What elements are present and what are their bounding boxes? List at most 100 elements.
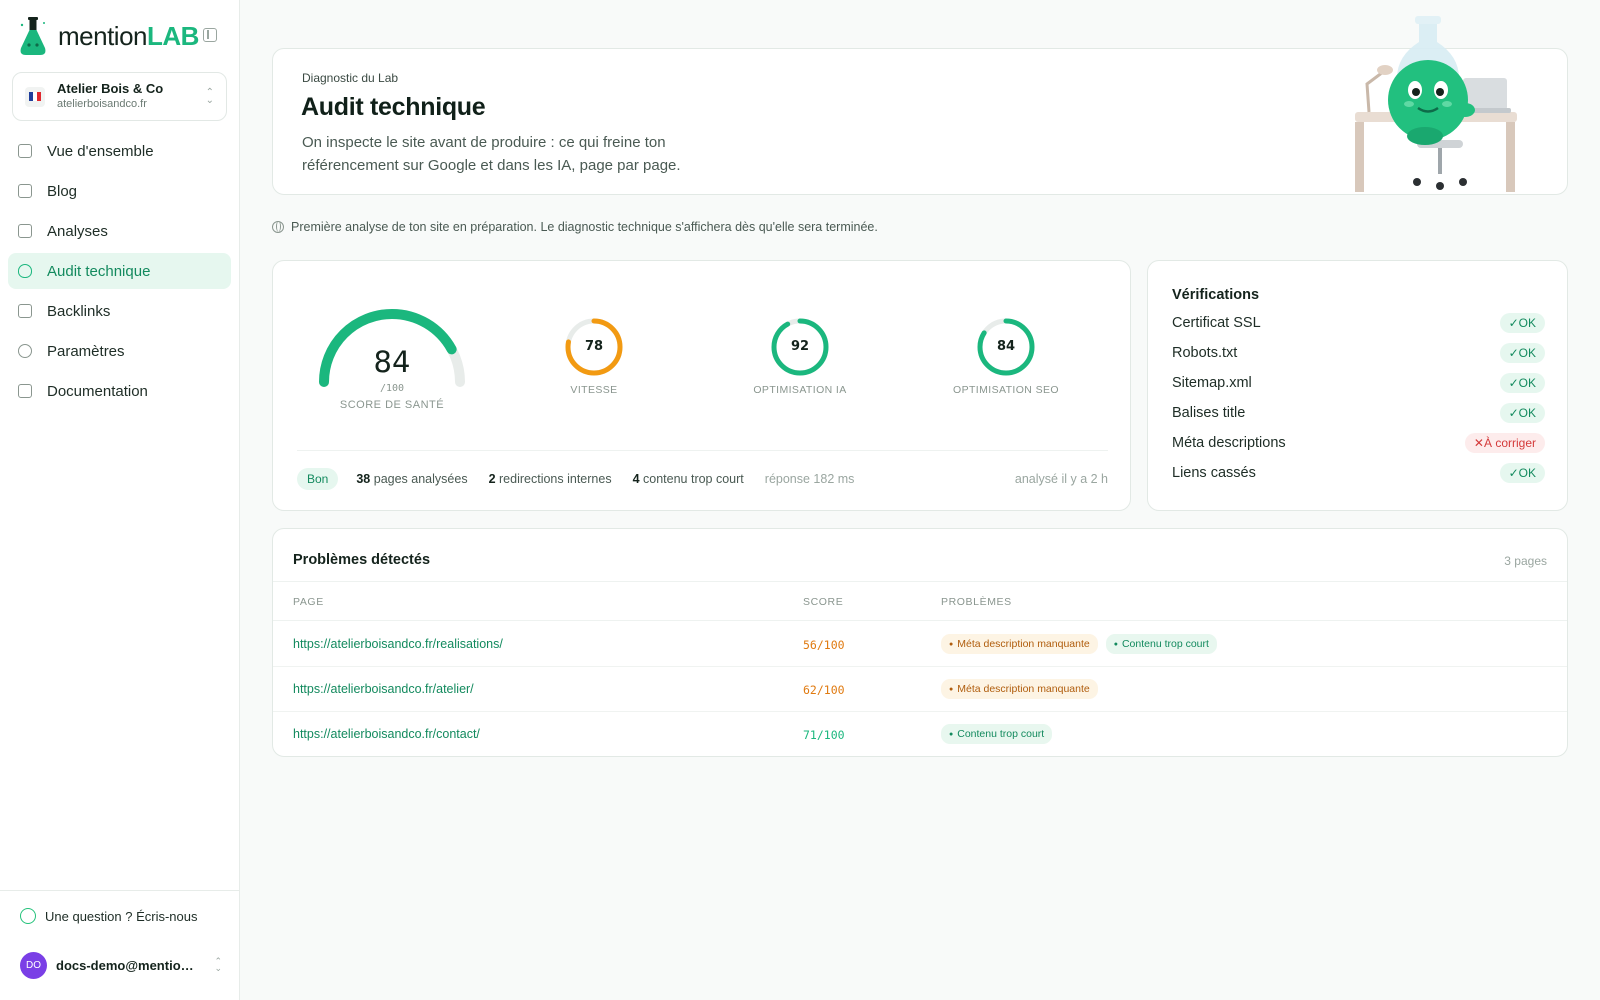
nav-item-backlinks[interactable]: Backlinks <box>8 293 231 329</box>
status-badge: OK <box>1499 313 1545 333</box>
mascot-illustration <box>1355 16 1517 192</box>
user-menu[interactable]: DO docs-demo@mentionl... ⌃ ⌄ <box>20 952 222 979</box>
check-label: Balises title <box>1172 405 1246 421</box>
table-row: https://atelierboisandco.fr/contact/ 71/… <box>273 712 1567 757</box>
ring-label: OPTIMISATION SEO <box>953 384 1059 396</box>
page-score: 56/100 <box>803 638 845 652</box>
check-label: Certificat SSL <box>1172 315 1261 331</box>
check-row-meta: Méta descriptions À corriger <box>1172 433 1545 453</box>
brand-name: mentionLAB <box>58 20 199 51</box>
table-row: https://atelierboisandco.fr/realisations… <box>273 622 1567 667</box>
page-url-link[interactable]: https://atelierboisandco.fr/contact/ <box>293 727 480 741</box>
avatar: DO <box>20 952 47 979</box>
page-url-link[interactable]: https://atelierboisandco.fr/atelier/ <box>293 682 474 696</box>
stat-response-time: réponse 182 ms <box>764 472 855 486</box>
checks-title: Vérifications <box>1172 287 1260 303</box>
table-row: https://atelierboisandco.fr/atelier/ 62/… <box>273 667 1567 712</box>
issue-tag: Méta description manquante <box>941 634 1098 654</box>
nav-item-settings[interactable]: Paramètres <box>8 333 231 369</box>
page-url-link[interactable]: https://atelierboisandco.fr/realisations… <box>293 637 503 651</box>
health-score-label: SCORE DE SANTÉ <box>339 399 445 411</box>
chevron-updown-icon: ⌃ ⌄ <box>214 956 222 973</box>
user-email: docs-demo@mentionl... <box>56 958 196 973</box>
ring-seo: 84 OPTIMISATION SEO <box>931 317 1081 396</box>
check-row-robots: Robots.txt OK <box>1172 343 1545 363</box>
ring-value: 92 <box>790 339 810 354</box>
page-title: Audit technique <box>301 93 486 121</box>
nav-item-documentation[interactable]: Documentation <box>8 373 231 409</box>
sidebar: mentionLAB Atelier Bois & Co atelierbois… <box>0 0 240 1000</box>
health-score-value: 84 <box>373 345 411 379</box>
column-header-page: PAGE <box>293 596 324 608</box>
nav-item-audit[interactable]: Audit technique <box>8 253 231 289</box>
chevron-updown-icon: ⌃ ⌄ <box>205 87 214 106</box>
problems-count: 3 pages <box>1504 554 1547 568</box>
brand[interactable]: mentionLAB <box>18 14 199 58</box>
sidebar-collapse-icon[interactable] <box>203 28 217 42</box>
stat-short-content: 4 contenu trop court <box>632 472 744 486</box>
ring-label: VITESSE <box>570 384 618 396</box>
stat-pages: 38 pages analysées <box>356 472 468 486</box>
health-score-max: /100 <box>379 383 405 394</box>
status-badge: À corriger <box>1464 433 1545 453</box>
check-label: Sitemap.xml <box>1172 375 1252 391</box>
analyzed-timestamp: analysé il y a 2 h <box>1014 472 1108 486</box>
hero-description: On inspecte le site avant de produire : … <box>302 134 681 174</box>
france-flag-icon <box>25 86 45 107</box>
column-header-score: SCORE <box>803 596 844 608</box>
ring-value: 78 <box>584 339 604 354</box>
check-row-ssl: Certificat SSL OK <box>1172 313 1545 333</box>
nav-item-analyses[interactable]: Analyses <box>8 213 231 249</box>
nav-item-label: Blog <box>47 182 78 200</box>
nav-item-label: Audit technique <box>47 262 151 280</box>
external-link-icon <box>18 304 32 318</box>
help-label: Une question ? Écris-nous <box>45 908 198 924</box>
notice-text: Première analyse de ton site en préparat… <box>291 220 878 234</box>
sidebar-divider <box>0 890 240 891</box>
gear-icon <box>18 344 32 358</box>
ring-label: OPTIMISATION IA <box>753 384 847 396</box>
hero-eyebrow: Diagnostic du Lab <box>302 71 399 85</box>
analysis-notice: Première analyse de ton site en préparat… <box>272 220 878 234</box>
shield-icon <box>18 264 32 278</box>
table-header: PAGE SCORE PROBLÈMES <box>273 581 1567 621</box>
status-badge: OK <box>1499 373 1545 393</box>
check-label: Méta descriptions <box>1172 435 1286 451</box>
status-badge: OK <box>1499 403 1545 423</box>
status-badge: OK <box>1499 343 1545 363</box>
calendar-icon <box>18 184 32 198</box>
issue-tag: Contenu trop court <box>1105 634 1217 654</box>
site-domain: atelierboisandco.fr <box>57 98 147 110</box>
check-row-broken-links: Liens cassés OK <box>1172 463 1545 483</box>
site-switcher[interactable]: Atelier Bois & Co atelierboisandco.fr ⌃ ⌄ <box>12 72 227 121</box>
globe-icon <box>272 221 284 233</box>
issue-tag: Contenu trop court <box>941 724 1053 744</box>
ring-ai: 92 OPTIMISATION IA <box>725 317 875 396</box>
stat-redirects: 2 redirections internes <box>488 472 612 486</box>
scores-card: 84 /100 SCORE DE SANTÉ 78 VITESSE 92 OPT… <box>272 260 1131 511</box>
problems-card: Problèmes détectés 3 pages PAGE SCORE PR… <box>272 528 1568 757</box>
issue-tags: Méta description manquante Contenu trop … <box>941 634 1225 654</box>
status-badge: Bon <box>297 468 339 490</box>
check-row-titles: Balises title OK <box>1172 403 1545 423</box>
checks-card: Vérifications Certificat SSL OK Robots.t… <box>1147 260 1568 511</box>
issue-tag: Méta description manquante <box>941 679 1098 699</box>
column-header-problems: PROBLÈMES <box>941 596 1012 608</box>
nav-item-overview[interactable]: Vue d'ensemble <box>8 133 231 169</box>
bar-chart-icon <box>18 224 32 238</box>
ring-value: 84 <box>996 339 1016 354</box>
check-label: Liens cassés <box>1172 465 1256 481</box>
grid-icon <box>18 144 32 158</box>
nav-item-label: Paramètres <box>47 342 125 360</box>
nav-item-blog[interactable]: Blog <box>8 173 231 209</box>
page-score: 62/100 <box>803 683 845 697</box>
help-link[interactable]: Une question ? Écris-nous <box>20 908 197 924</box>
problems-title: Problèmes détectés <box>293 552 431 568</box>
nav-item-label: Backlinks <box>47 302 111 320</box>
status-badge: OK <box>1499 463 1545 483</box>
check-label: Robots.txt <box>1172 345 1238 361</box>
nav-item-label: Vue d'ensemble <box>47 142 154 160</box>
whatsapp-icon <box>20 908 36 924</box>
ring-speed: 78 VITESSE <box>519 317 669 396</box>
book-icon <box>18 384 32 398</box>
